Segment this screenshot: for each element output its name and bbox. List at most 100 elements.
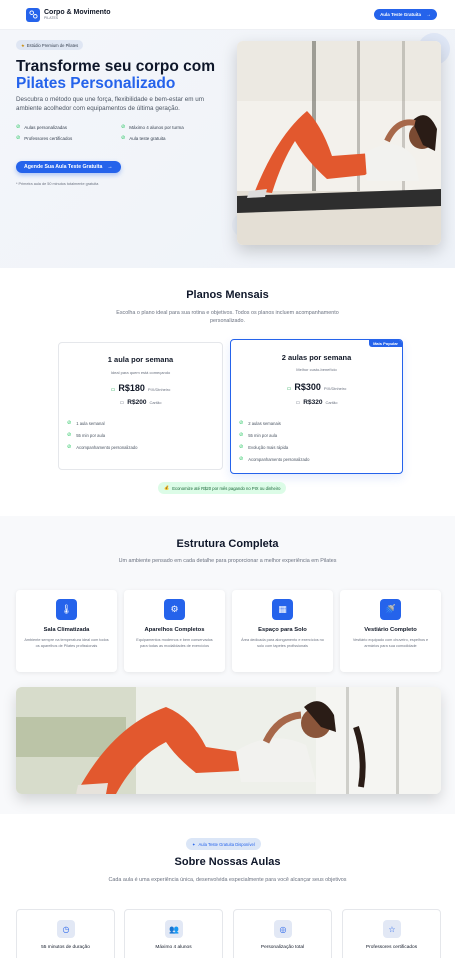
plan-feature: ⊘ 1 aula semanal — [67, 417, 137, 429]
amenity-card: ⚙ Aparelhos Completos Equipamentos moder… — [124, 590, 225, 672]
feature-item: ⊘ Aulas personalizadas — [16, 124, 121, 130]
about-subtitle: Cada aula é uma experiência única, desen… — [108, 877, 347, 883]
site-header: Corpo & Movimento PILATES Aula Teste Gra… — [0, 0, 455, 30]
amenity-title: Sala Climatizada — [43, 627, 90, 633]
plans-subtitle: Escolha o plano ideal para sua rotina e … — [116, 310, 339, 324]
amenity-card: 🚿 Vestiário Completo Vestiário equipado … — [340, 590, 441, 672]
about-card: ◷ 55 minutos de duração — [16, 909, 115, 958]
feature-label: Aulas personalizadas — [24, 124, 67, 130]
about-card-title: Personalização total — [260, 945, 305, 950]
feature-label: Máximo 4 alunos por turma — [129, 124, 184, 130]
studio-badge-label: Estúdio Premium de Pilates — [26, 42, 79, 48]
plan-feature-label: Evolução mais rápida — [248, 444, 289, 450]
check-circle-icon: ⊘ — [16, 135, 21, 141]
feature-item: ⊘ Professores certificados — [16, 135, 121, 141]
header-trial-button[interactable]: Aula Teste Gratuita → — [374, 9, 437, 20]
about-card: ☆ Professores certificados — [342, 909, 441, 958]
hero-description: Descubra o método que une força, flexibi… — [16, 96, 204, 112]
hero-features: ⊘ Aulas personalizadas ⊘ Máximo 4 alunos p… — [16, 124, 216, 141]
amenity-title: Espaço para Solo — [258, 627, 307, 633]
price-pix-label: PIX/Dinheiro — [323, 386, 347, 391]
about-card: 👥 Máximo 4 alunos — [124, 909, 223, 958]
price-pix-row: ▭ R$300 PIX/Dinheiro — [231, 382, 402, 392]
arrow-right-icon: → — [107, 164, 113, 170]
cash-icon: ▭ — [286, 386, 292, 392]
trial-available-badge: ✦ Aula Teste Gratuita Disponível — [186, 838, 261, 850]
structure-subtitle: Um ambiente pensado em cada detalhe para… — [118, 558, 337, 564]
plan-feature: ⊘ 55 min por aula — [239, 429, 309, 441]
check-circle-icon: ⊘ — [121, 135, 126, 141]
about-card-title: Professores certificados — [365, 945, 418, 950]
feature-item: ⊘ Máximo 4 alunos por turma — [121, 124, 216, 130]
price-pix: R$180 — [118, 383, 145, 393]
plan-feature-label: 55 min por aula — [76, 432, 106, 438]
price-card: R$320 — [303, 399, 323, 406]
check-circle-icon: ⊘ — [67, 420, 72, 426]
studio-badge: ★ Estúdio Premium de Pilates — [16, 40, 84, 50]
credit-card-icon: ▭ — [295, 400, 301, 406]
price-card-row: ▭ R$200 Cartão — [59, 399, 222, 406]
check-circle-icon: ⊘ — [239, 432, 244, 438]
logo-icon[interactable] — [26, 7, 40, 22]
plan-feature: ⊘ Evolução mais rápida — [239, 441, 309, 453]
mat-icon: ▦ — [272, 599, 293, 620]
sparkle-icon: ✦ — [192, 841, 196, 847]
plan-name: 1 aula por semana — [107, 355, 174, 364]
target-icon: ◎ — [274, 920, 292, 938]
price-card-label: Cartão — [149, 400, 162, 405]
check-circle-icon: ⊘ — [239, 456, 244, 462]
plan-features: ⊘ 2 aulas semanais ⊘ 55 min por aula ⊘ Evol… — [239, 417, 309, 465]
amenity-card: 🌡 Sala Climatizada Ambiente sempre na te… — [16, 590, 117, 672]
plan-feature: ⊘ Acompanhamento personalizado — [67, 441, 137, 453]
price-card: R$200 — [127, 399, 147, 406]
arrow-right-icon: → — [426, 11, 431, 18]
savings-badge: 💰 Economize até R$20 por mês pagando no … — [158, 482, 287, 494]
check-circle-icon: ⊘ — [239, 444, 244, 450]
hero-footnote: * Primeira aula de 50 minutos totalmente… — [16, 182, 99, 186]
hero-image — [237, 41, 441, 245]
amenity-title: Aparelhos Completos — [144, 627, 205, 633]
check-circle-icon: ⊘ — [67, 444, 72, 450]
brand-name: Corpo & Movimento — [44, 8, 111, 16]
credit-card-icon: ▭ — [119, 400, 125, 406]
cash-icon: ▭ — [110, 387, 116, 393]
hero-title-line2: Pilates Personalizado — [16, 75, 176, 92]
plan-card-weekly-2[interactable]: Mais Popular 2 aulas por semana Melhor c… — [230, 339, 403, 474]
feature-label: Aula teste gratuita — [129, 135, 166, 141]
feature-label: Professores certificados — [24, 135, 73, 141]
schedule-trial-button[interactable]: Agende Sua Aula Teste Gratuita → — [16, 161, 121, 173]
price-card-label: Cartão — [325, 400, 338, 405]
savings-label: Economize até R$20 por mês pagando no PI… — [172, 485, 281, 491]
price-pix-row: ▭ R$180 PIX/Dinheiro — [59, 383, 222, 393]
clock-icon: ◷ — [57, 920, 75, 938]
star-icon: ★ — [21, 42, 25, 48]
hero-title: Transforme seu corpo com Pilates Persona… — [16, 58, 236, 92]
thermometer-icon: 🌡 — [56, 599, 77, 620]
plan-card-weekly-1[interactable]: 1 aula por semana Ideal para quem está c… — [58, 342, 223, 470]
about-card-title: 55 minutos de duração — [41, 945, 90, 950]
about-title: Sobre Nossas Aulas — [174, 856, 281, 868]
plan-feature-label: 1 aula semanal — [76, 420, 105, 426]
amenity-description: Ambiente sempre na temperatura ideal com… — [24, 638, 109, 648]
amenity-card: ▦ Espaço para Solo Área dedicada para al… — [232, 590, 333, 672]
plan-features: ⊘ 1 aula semanal ⊘ 55 min por aula ⊘ Acompa… — [67, 417, 137, 453]
feature-item: ⊘ Aula teste gratuita — [121, 135, 216, 141]
page: Corpo & Movimento PILATES Aula Teste Gra… — [0, 0, 455, 958]
plan-feature: ⊘ 2 aulas semanais — [239, 417, 309, 429]
price-pix: R$300 — [294, 382, 321, 392]
plan-feature-label: Acompanhamento personalizado — [248, 456, 310, 462]
studio-banner-image — [16, 687, 441, 794]
price-pix-label: PIX/Dinheiro — [147, 387, 171, 392]
most-popular-badge: Mais Popular — [369, 340, 402, 347]
schedule-trial-label: Agende Sua Aula Teste Gratuita — [24, 164, 103, 170]
money-bag-icon: 💰 — [164, 485, 170, 490]
hero-title-line1: Transforme seu corpo com — [16, 58, 215, 75]
about-card-title: Máximo 4 alunos — [155, 945, 192, 950]
plan-feature-label: Acompanhamento personalizado — [76, 444, 138, 450]
plan-tagline: Ideal para quem está começando — [110, 370, 171, 375]
plan-name: 2 aulas por semana — [281, 353, 352, 362]
plan-feature-label: 2 aulas semanais — [248, 420, 281, 426]
check-circle-icon: ⊘ — [16, 124, 21, 130]
header-trial-label: Aula Teste Gratuita — [380, 12, 421, 17]
brand: Corpo & Movimento PILATES — [44, 9, 111, 21]
